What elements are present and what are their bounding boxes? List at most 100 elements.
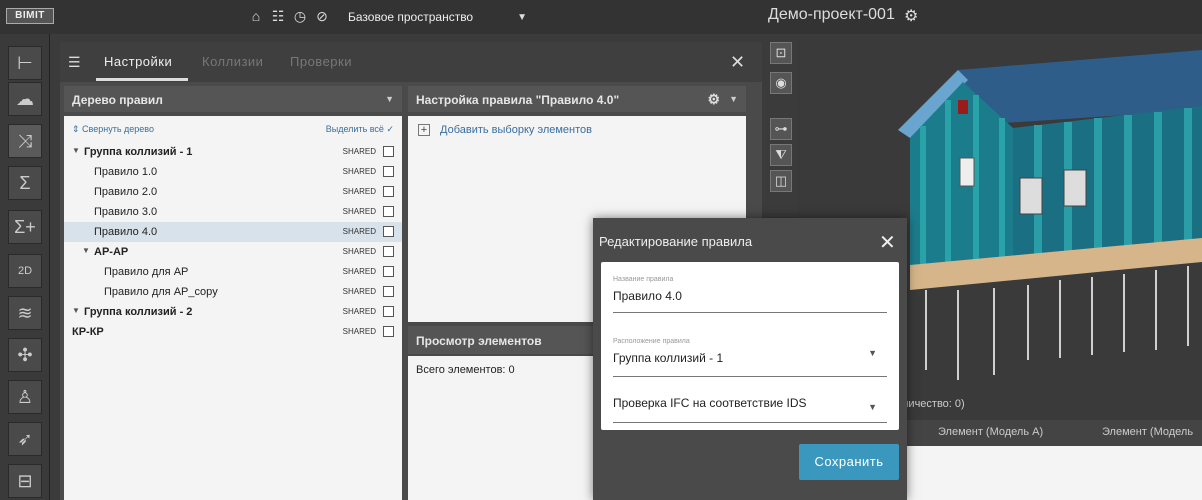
add-selection-button[interactable]: + Добавить выборку элементов: [418, 124, 592, 136]
history-icon[interactable]: ◷: [292, 8, 308, 24]
section-plane-icon[interactable]: ⧨: [770, 144, 792, 166]
chevron-down-icon[interactable]: ▼: [729, 94, 738, 104]
tree-row[interactable]: Правило 2.0 SHARED: [64, 182, 402, 202]
tree-row[interactable]: КР-КР SHARED: [64, 322, 402, 342]
chevron-down-icon[interactable]: ▼: [72, 306, 80, 315]
tree-row-label: Правило 2.0: [94, 186, 158, 198]
sum-icon[interactable]: Σ: [8, 166, 42, 200]
rule-location-value: Группа коллизий - 1: [613, 351, 724, 365]
user-icon[interactable]: ♙: [8, 380, 42, 414]
tab-settings[interactable]: Настройки: [104, 54, 172, 69]
menu-icon[interactable]: ☰: [68, 54, 81, 71]
save-button[interactable]: Сохранить: [799, 444, 899, 480]
chevron-down-icon: ▼: [868, 348, 877, 358]
rules-tree-header[interactable]: Дерево правил ▼: [64, 86, 402, 112]
project-title: Демо-проект-001: [768, 6, 895, 23]
edit-rule-modal: Редактирование правила ✕ Название правил…: [593, 218, 907, 500]
tree-row-label: Правило для АР_copy: [104, 286, 218, 298]
field-underline: [613, 422, 887, 423]
collapse-tree-button[interactable]: ⇕ Свернуть дерево: [72, 124, 154, 135]
collapse-tree-label: Свернуть дерево: [82, 124, 154, 134]
chevron-down-icon[interactable]: ▼: [82, 246, 90, 255]
rule-location-label: Расположение правила: [613, 338, 690, 345]
project-settings-gear-icon[interactable]: ⚙: [904, 6, 918, 26]
fit-view-icon[interactable]: ⊡: [770, 42, 792, 64]
tree-row[interactable]: ▼ АР-АР SHARED: [64, 242, 402, 262]
elements-total: Всего элементов: 0: [416, 364, 515, 376]
tab-checks[interactable]: Проверки: [290, 54, 352, 69]
tab-bar: ☰ Настройки Коллизии Проверки ✕: [60, 42, 762, 82]
tree-row-label: Группа коллизий - 1: [84, 146, 193, 158]
shared-checkbox[interactable]: [383, 206, 394, 217]
shared-checkbox[interactable]: [383, 286, 394, 297]
shared-checkbox[interactable]: [383, 326, 394, 337]
rules-tree-title: Дерево правил: [72, 93, 163, 107]
tree-row[interactable]: Правило 3.0 SHARED: [64, 202, 402, 222]
shared-checkbox[interactable]: [383, 306, 394, 317]
chevron-down-icon[interactable]: ▼: [72, 146, 80, 155]
shared-checkbox[interactable]: [383, 166, 394, 177]
tab-collisions[interactable]: Коллизии: [202, 54, 263, 69]
section-box-icon[interactable]: ◫: [770, 170, 792, 192]
close-icon[interactable]: ✕: [730, 52, 745, 73]
rule-name-field[interactable]: Название правила Правило 4.0: [613, 276, 887, 313]
shared-label: SHARED: [342, 287, 376, 296]
rule-location-select[interactable]: Расположение правила Группа коллизий - 1…: [613, 338, 887, 377]
chevron-down-icon: ▼: [517, 11, 528, 23]
shared-checkbox[interactable]: [383, 226, 394, 237]
sum-plus-icon[interactable]: Σ+: [8, 210, 42, 244]
check-circle-icon[interactable]: ⊘: [314, 8, 330, 24]
top-icons: ⌂ ☷ ◷ ⊘: [248, 8, 330, 24]
rule-settings-title: Настройка правила "Правило 4.0": [416, 93, 620, 107]
chevron-down-icon: ▼: [868, 402, 877, 412]
shared-label: SHARED: [342, 327, 376, 336]
tree-row-label: Правило 1.0: [94, 166, 158, 178]
puzzle-icon[interactable]: ✣: [8, 338, 42, 372]
measure-icon[interactable]: ⊶: [770, 118, 792, 140]
shared-label: SHARED: [342, 247, 376, 256]
tree-icon[interactable]: ⊢: [8, 46, 42, 80]
shared-checkbox[interactable]: [383, 246, 394, 257]
chevron-down-icon[interactable]: ▼: [385, 94, 394, 104]
tree-toolbar: ⇕ Свернуть дерево Выделить всё ✓: [64, 122, 402, 138]
check-type-value: Проверка IFC на соответствие IDS: [613, 396, 807, 410]
target-icon[interactable]: ◉: [770, 72, 792, 94]
tree-row[interactable]: ▼ Группа коллизий - 2 SHARED: [64, 302, 402, 322]
cloud-upload-icon[interactable]: ☁: [8, 82, 42, 116]
collisions-icon[interactable]: ⤨: [8, 124, 42, 158]
folder-icon[interactable]: ⊟: [8, 464, 42, 498]
left-sidebar: ⊢ ☁ ⤨ Σ Σ+ 2D ≋ ✣ ♙ ➶ ⊟: [0, 34, 50, 500]
shared-checkbox[interactable]: [383, 186, 394, 197]
app-logo[interactable]: BIMIT: [6, 8, 54, 24]
tree-row[interactable]: Правило 1.0 SHARED: [64, 162, 402, 182]
space-select-label: Базовое пространство: [348, 10, 474, 24]
space-select[interactable]: Базовое пространство ▼: [348, 6, 527, 28]
tree-row-label: Правило 4.0: [94, 226, 158, 238]
tree-row[interactable]: ▼ Группа коллизий - 1 SHARED: [64, 142, 402, 162]
column-header-element-b[interactable]: Элемент (Модель: [1102, 426, 1193, 438]
users-icon[interactable]: ☷: [270, 8, 286, 24]
rule-settings-header: Настройка правила "Правило 4.0" ⚙ ▼: [408, 86, 746, 112]
briefcase-icon[interactable]: ⌂: [248, 8, 264, 24]
tree-row[interactable]: Правило 4.0 SHARED: [64, 222, 402, 242]
tree-row-label: Правило 3.0: [94, 206, 158, 218]
gear-icon[interactable]: ⚙: [707, 91, 720, 108]
chart-icon[interactable]: ≋: [8, 296, 42, 330]
check-type-select[interactable]: Проверка IFC на соответствие IDS ▼: [613, 390, 887, 423]
plus-icon: +: [418, 124, 430, 136]
shared-label: SHARED: [342, 187, 376, 196]
select-all-button[interactable]: Выделить всё ✓: [326, 124, 394, 135]
rule-name-value[interactable]: Правило 4.0: [613, 289, 887, 303]
shared-checkbox[interactable]: [383, 266, 394, 277]
close-icon[interactable]: ✕: [879, 230, 896, 255]
tree-row[interactable]: Правило для АР_copy SHARED: [64, 282, 402, 302]
shared-label: SHARED: [342, 267, 376, 276]
tree-row[interactable]: Правило для АР SHARED: [64, 262, 402, 282]
send-icon[interactable]: ➶: [8, 422, 42, 456]
shared-checkbox[interactable]: [383, 146, 394, 157]
column-header-element-a[interactable]: Элемент (Модель А): [938, 426, 1043, 438]
shared-label: SHARED: [342, 307, 376, 316]
shared-label: SHARED: [342, 147, 376, 156]
tree-row-label: АР-АР: [94, 246, 129, 258]
2d-icon[interactable]: 2D: [8, 254, 42, 288]
